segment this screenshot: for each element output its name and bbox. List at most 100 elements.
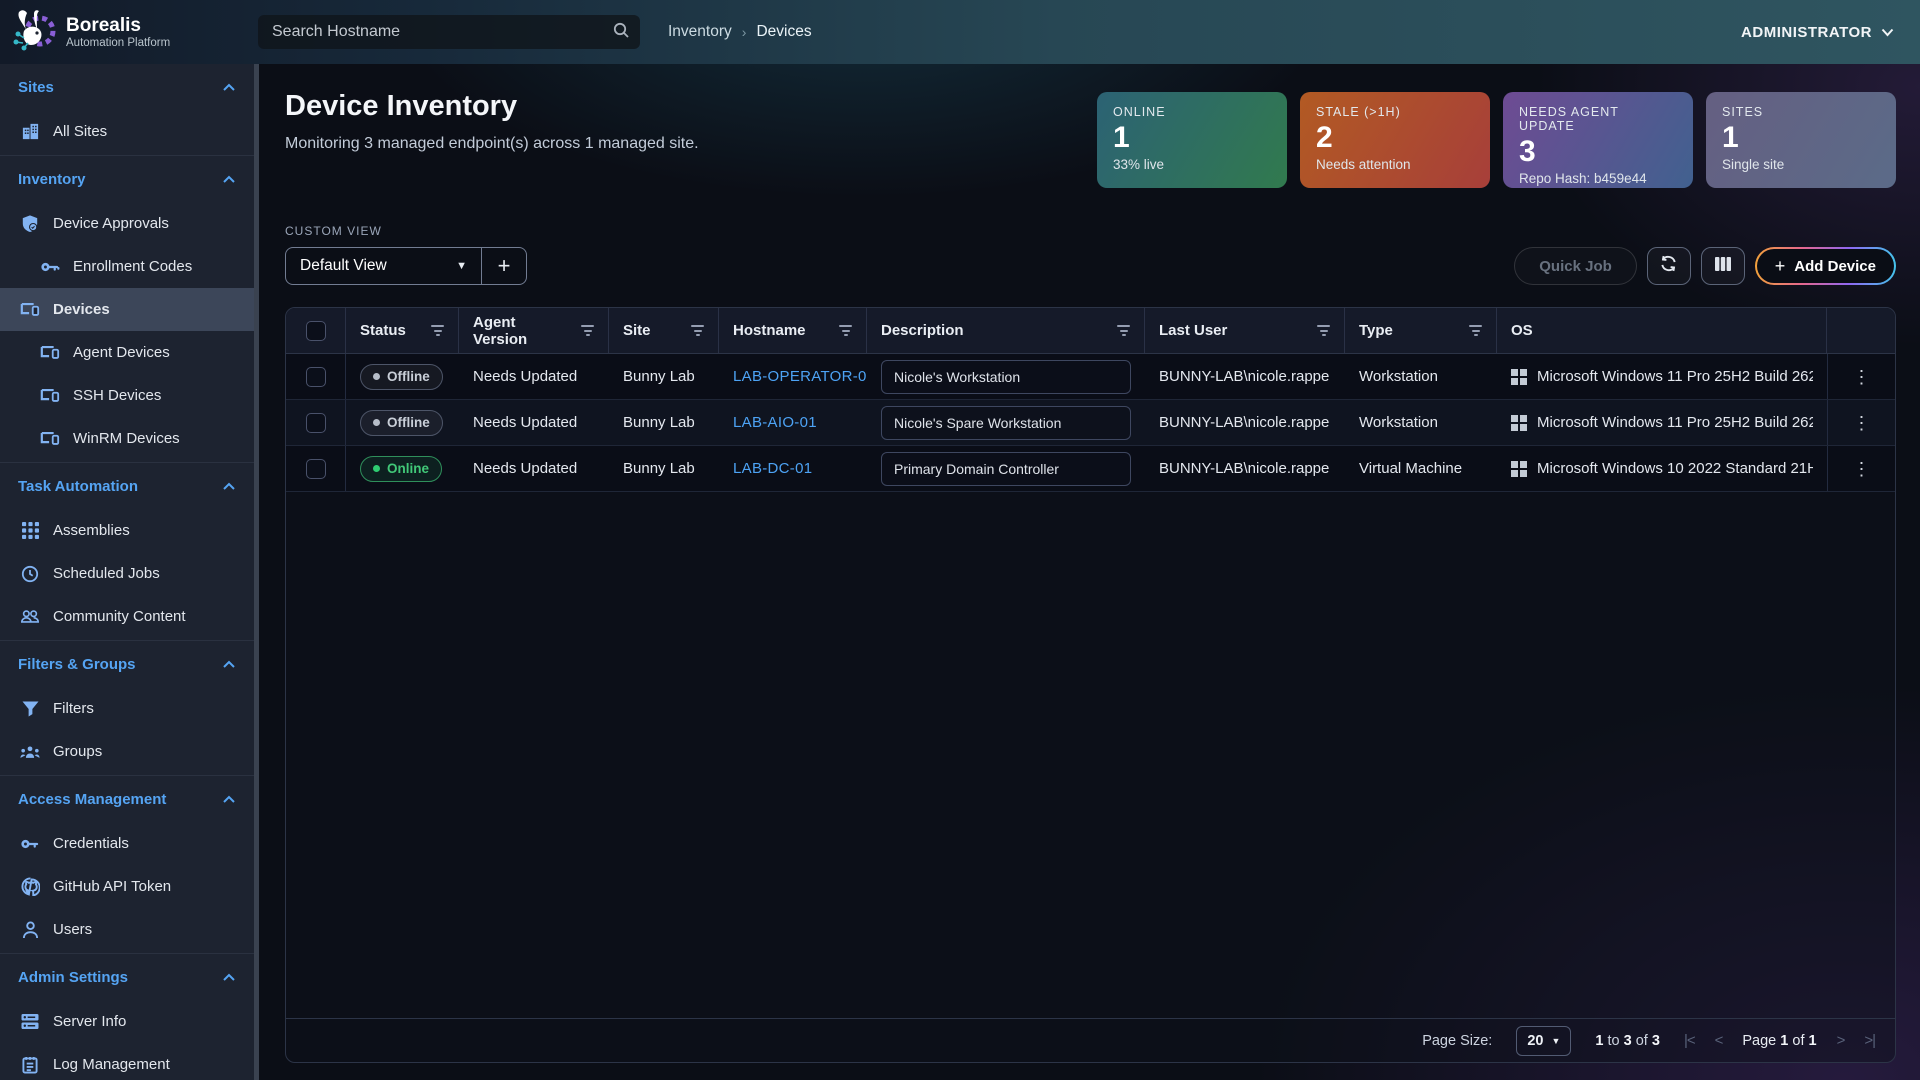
prev-page-button[interactable]: < bbox=[1715, 1032, 1723, 1049]
windows-icon bbox=[1511, 461, 1527, 477]
row-menu-button[interactable]: ⋮ bbox=[1853, 414, 1871, 432]
hostname-search[interactable] bbox=[258, 15, 640, 49]
row-checkbox[interactable] bbox=[306, 367, 326, 387]
page-title: Device Inventory bbox=[285, 90, 699, 123]
sidebar-item-github-api-token[interactable]: GitHub API Token bbox=[0, 865, 254, 908]
stat-value: 3 bbox=[1519, 133, 1677, 171]
filter-icon[interactable] bbox=[1117, 325, 1130, 336]
devices-icon bbox=[40, 429, 60, 449]
plus-icon: + bbox=[1775, 256, 1786, 277]
last-user-cell: BUNNY-LAB\nicole.rappe bbox=[1145, 460, 1345, 477]
filter-icon[interactable] bbox=[581, 325, 594, 336]
refresh-button[interactable] bbox=[1647, 247, 1691, 285]
column-header-os[interactable]: OS bbox=[1497, 308, 1827, 353]
sidebar-section-sites-header[interactable]: Sites bbox=[0, 64, 254, 110]
columns-icon bbox=[1714, 256, 1732, 277]
description-input[interactable] bbox=[881, 360, 1131, 394]
page-size-label: Page Size: bbox=[1422, 1033, 1492, 1049]
main-content: Device Inventory Monitoring 3 managed en… bbox=[259, 64, 1920, 1080]
device-table: Status Agent Version Site Hostname Descr… bbox=[285, 307, 1896, 1063]
sidebar-item-label: Groups bbox=[53, 743, 102, 760]
sidebar-item-device-approvals[interactable]: Device Approvals bbox=[0, 202, 254, 245]
sidebar-item-credentials[interactable]: Credentials bbox=[0, 822, 254, 865]
people-icon bbox=[20, 607, 40, 627]
description-input[interactable] bbox=[881, 452, 1131, 486]
breadcrumb: Inventory › Devices bbox=[668, 23, 812, 41]
filter-icon[interactable] bbox=[1317, 325, 1330, 336]
sidebar-item-log-management[interactable]: Log Management bbox=[0, 1043, 254, 1080]
chevron-up-icon bbox=[222, 969, 236, 986]
row-range: 1 to 3 of 3 bbox=[1595, 1033, 1660, 1049]
sidebar-item-winrm-devices[interactable]: WinRM Devices bbox=[0, 417, 254, 460]
row-checkbox[interactable] bbox=[306, 413, 326, 433]
user-menu[interactable]: ADMINISTRATOR bbox=[1741, 24, 1894, 41]
sidebar-item-assemblies[interactable]: Assemblies bbox=[0, 509, 254, 552]
sidebar-section-filters-groups-header[interactable]: Filters & Groups bbox=[0, 641, 254, 687]
page-size-select[interactable]: 20 ▼ bbox=[1516, 1026, 1571, 1056]
column-header-type[interactable]: Type bbox=[1345, 308, 1497, 353]
column-header-description[interactable]: Description bbox=[867, 308, 1145, 353]
sidebar-item-all-sites[interactable]: All Sites bbox=[0, 110, 254, 153]
first-page-button[interactable]: |< bbox=[1684, 1032, 1695, 1049]
sidebar-section-inventory: Inventory Device Approvals Enrollment Co… bbox=[0, 156, 254, 463]
description-input[interactable] bbox=[881, 406, 1131, 440]
view-select[interactable]: Default View ▼ bbox=[286, 248, 482, 284]
sidebar-item-filters[interactable]: Filters bbox=[0, 687, 254, 730]
quick-job-button[interactable]: Quick Job bbox=[1514, 247, 1637, 285]
sidebar-item-enrollment-codes[interactable]: Enrollment Codes bbox=[0, 245, 254, 288]
filter-icon[interactable] bbox=[431, 325, 444, 336]
sidebar-section-task-automation-header[interactable]: Task Automation bbox=[0, 463, 254, 509]
stat-sub: Single site bbox=[1722, 157, 1880, 172]
column-header-hostname[interactable]: Hostname bbox=[719, 308, 867, 353]
filter-icon[interactable] bbox=[839, 325, 852, 336]
column-header-agent-version[interactable]: Agent Version bbox=[459, 308, 609, 353]
breadcrumb-devices[interactable]: Devices bbox=[756, 23, 811, 41]
sidebar-item-ssh-devices[interactable]: SSH Devices bbox=[0, 374, 254, 417]
sidebar-section-inventory-header[interactable]: Inventory bbox=[0, 156, 254, 202]
filter-icon[interactable] bbox=[691, 325, 704, 336]
sidebar-item-devices[interactable]: Devices bbox=[0, 288, 254, 331]
column-label: Description bbox=[881, 322, 964, 339]
sidebar-item-label: Device Approvals bbox=[53, 215, 169, 232]
filter-icon[interactable] bbox=[1469, 325, 1482, 336]
agent-version-cell: Needs Updated bbox=[459, 368, 609, 385]
chevron-down-icon bbox=[1881, 24, 1894, 41]
grid-icon bbox=[20, 521, 40, 541]
column-header-status[interactable]: Status bbox=[346, 308, 459, 353]
row-checkbox[interactable] bbox=[306, 459, 326, 479]
sidebar-item-community-content[interactable]: Community Content bbox=[0, 595, 254, 638]
caret-down-icon: ▼ bbox=[456, 260, 467, 272]
sidebar-item-users[interactable]: Users bbox=[0, 908, 254, 951]
last-page-button[interactable]: >| bbox=[1864, 1032, 1875, 1049]
sidebar-item-scheduled-jobs[interactable]: Scheduled Jobs bbox=[0, 552, 254, 595]
table-header: Status Agent Version Site Hostname Descr… bbox=[286, 308, 1895, 354]
column-header-last-user[interactable]: Last User bbox=[1145, 308, 1345, 353]
sidebar-item-server-info[interactable]: Server Info bbox=[0, 1000, 254, 1043]
stat-sub: Repo Hash: b459e44 bbox=[1519, 171, 1677, 186]
sidebar-section-access-management-header[interactable]: Access Management bbox=[0, 776, 254, 822]
sidebar-item-groups[interactable]: Groups bbox=[0, 730, 254, 773]
user-menu-label: ADMINISTRATOR bbox=[1741, 24, 1872, 41]
hostname-link[interactable]: LAB-AIO-01 bbox=[733, 414, 817, 431]
column-header-site[interactable]: Site bbox=[609, 308, 719, 353]
table-row: Online Needs Updated Bunny Lab LAB-DC-01… bbox=[286, 446, 1895, 492]
sidebar-item-agent-devices[interactable]: Agent Devices bbox=[0, 331, 254, 374]
app-name: Borealis bbox=[66, 15, 170, 37]
sidebar: Sites All Sites Inventory Device Approva… bbox=[0, 64, 254, 1080]
top-bar: Borealis Automation Platform Inventory ›… bbox=[0, 0, 1920, 64]
search-input[interactable] bbox=[272, 23, 612, 41]
select-all-checkbox[interactable] bbox=[306, 321, 326, 341]
row-menu-button[interactable]: ⋮ bbox=[1853, 460, 1871, 478]
add-device-button[interactable]: + Add Device bbox=[1755, 247, 1896, 285]
caret-down-icon: ▼ bbox=[1551, 1036, 1560, 1046]
add-view-button[interactable]: + bbox=[482, 248, 526, 284]
breadcrumb-inventory[interactable]: Inventory bbox=[668, 23, 732, 41]
next-page-button[interactable]: > bbox=[1837, 1032, 1845, 1049]
columns-button[interactable] bbox=[1701, 247, 1745, 285]
sidebar-section-admin-settings-header[interactable]: Admin Settings bbox=[0, 954, 254, 1000]
hostname-link[interactable]: LAB-OPERATOR-01 bbox=[733, 368, 867, 385]
hostname-link[interactable]: LAB-DC-01 bbox=[733, 460, 812, 477]
status-dot-icon bbox=[373, 373, 380, 380]
github-icon bbox=[20, 877, 40, 897]
row-menu-button[interactable]: ⋮ bbox=[1853, 368, 1871, 386]
